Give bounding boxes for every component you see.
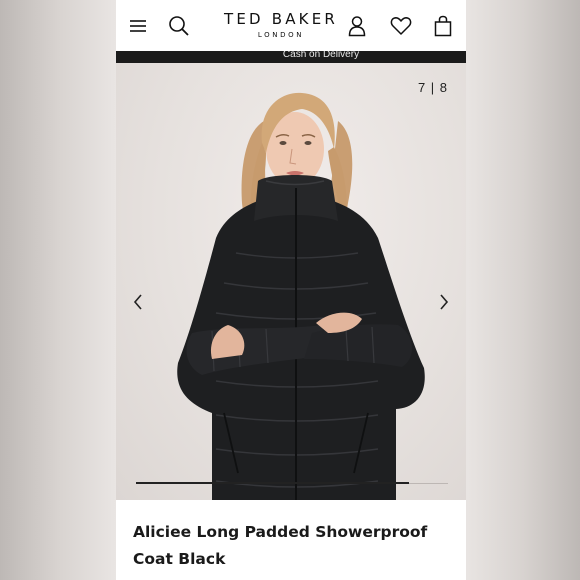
search-icon[interactable]: [166, 13, 192, 39]
site-header: TED BAKER LONDON: [116, 0, 466, 51]
image-counter: 7 | 8: [417, 80, 448, 95]
account-icon[interactable]: [344, 13, 370, 39]
gallery-progress-indicator: [136, 482, 409, 484]
brand-logo[interactable]: TED BAKER LONDON: [216, 11, 346, 39]
product-title: Aliciee Long Padded Showerproof Coat Bla…: [133, 523, 428, 568]
product-image-gallery[interactable]: 7 | 8: [116, 63, 466, 500]
bag-icon[interactable]: [430, 13, 456, 39]
next-image-button[interactable]: [436, 293, 452, 311]
promo-text: Cash on Delivery: [282, 51, 360, 60]
menu-icon[interactable]: [125, 13, 151, 39]
chevron-left-icon: [133, 294, 142, 310]
previous-image-button[interactable]: [130, 293, 146, 311]
promo-banner[interactable]: Cash on Delivery: [116, 51, 466, 63]
chevron-right-icon: [440, 294, 449, 310]
heart-icon[interactable]: [388, 13, 414, 39]
brand-name: TED BAKER: [223, 10, 339, 28]
brand-subtitle: LONDON: [257, 31, 305, 39]
phone-screen: TED BAKER LONDON Cash on Delivery 7 | 8 …: [116, 0, 466, 580]
product-photo: [177, 92, 425, 500]
